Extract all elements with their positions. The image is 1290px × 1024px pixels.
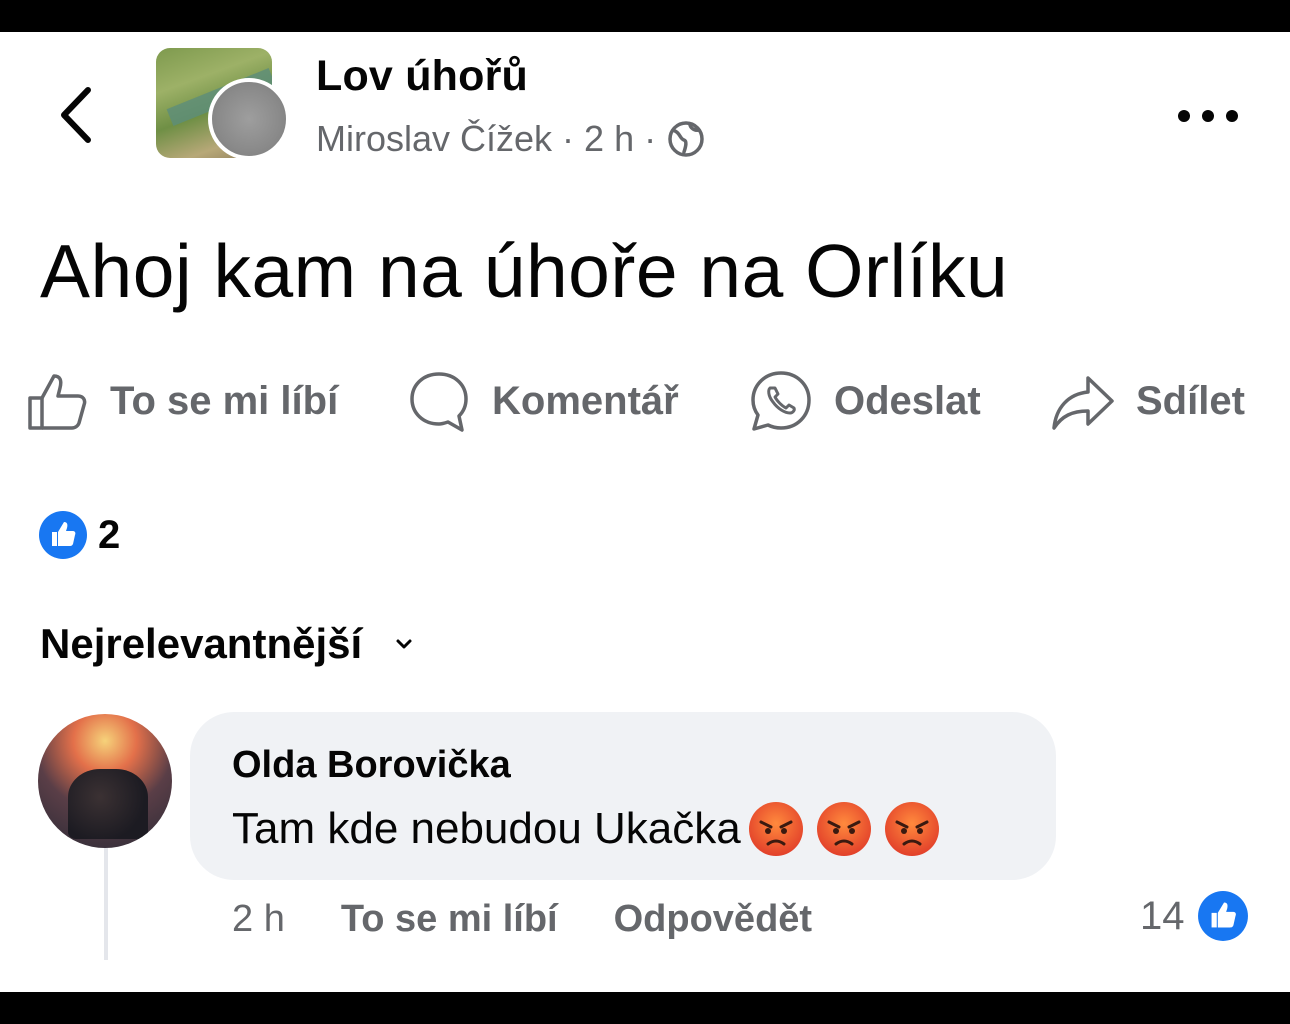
send-label: Odeslat <box>834 378 981 423</box>
comment-body: Tam kde nebudou Ukačka <box>232 804 741 853</box>
post-text: Ahoj kam na úhoře na Orlíku <box>40 229 1009 313</box>
comment-text: Tam kde nebudou Ukačka <box>232 800 941 858</box>
send-button[interactable]: Odeslat <box>748 368 981 434</box>
comment-label: Komentář <box>492 378 679 423</box>
comment-like-count[interactable]: 14 <box>1140 890 1249 942</box>
meta-separator-2: · <box>644 118 657 159</box>
like-label: To se mi líbí <box>110 378 339 423</box>
globe-icon <box>668 121 704 157</box>
post-meta: Miroslav Čížek · 2 h · <box>316 118 706 160</box>
more-options-button[interactable] <box>1172 96 1244 136</box>
like-button[interactable]: To se mi líbí <box>24 368 338 434</box>
chevron-left-icon <box>61 87 91 143</box>
angry-face-icon <box>884 802 939 856</box>
comment-sort-dropdown[interactable]: Nejrelevantnější <box>40 620 416 668</box>
share-button[interactable]: Sdílet <box>1050 368 1245 434</box>
group-name[interactable]: Lov úhořů <box>316 52 528 101</box>
reactions-summary[interactable]: 2 <box>38 510 120 560</box>
meta-separator: · <box>562 118 575 159</box>
angry-face-icon <box>816 802 871 856</box>
chevron-down-icon <box>396 639 412 649</box>
sort-label: Nejrelevantnější <box>40 620 363 667</box>
top-black-bar <box>0 0 1290 32</box>
comment-like-button[interactable]: To se mi líbí <box>341 898 558 941</box>
angry-face-icon <box>748 802 803 856</box>
whatsapp-icon <box>751 371 811 431</box>
group-avatar[interactable] <box>156 48 290 162</box>
reaction-count: 2 <box>98 512 121 557</box>
like-reaction-icon <box>1197 891 1248 941</box>
share-arrow-icon <box>1052 376 1114 430</box>
thread-line <box>104 848 108 960</box>
author-avatar[interactable] <box>208 78 290 160</box>
commenter-avatar[interactable] <box>38 714 172 848</box>
post-actions: To se mi líbí Komentář Odeslat Sdílet <box>24 368 1274 434</box>
share-label: Sdílet <box>1136 378 1245 423</box>
comment-author[interactable]: Olda Borovička <box>232 744 511 787</box>
post-time[interactable]: 2 h <box>584 118 634 160</box>
back-button[interactable] <box>52 82 100 148</box>
comment-button[interactable]: Komentář <box>406 368 679 434</box>
comment-emojis <box>747 800 941 858</box>
author-name[interactable]: Miroslav Čížek <box>316 118 552 160</box>
more-horizontal-icon <box>1178 110 1238 122</box>
comment-meta: 2 h To se mi líbí Odpovědět <box>232 898 812 941</box>
bottom-black-bar <box>0 992 1290 1024</box>
comment-time[interactable]: 2 h <box>232 898 285 941</box>
comment-bubble-icon <box>410 372 468 432</box>
like-reaction-icon <box>39 511 87 559</box>
comment-reply-button[interactable]: Odpovědět <box>614 898 812 941</box>
comment-like-number: 14 <box>1140 893 1185 938</box>
thumbs-up-icon <box>28 374 87 430</box>
